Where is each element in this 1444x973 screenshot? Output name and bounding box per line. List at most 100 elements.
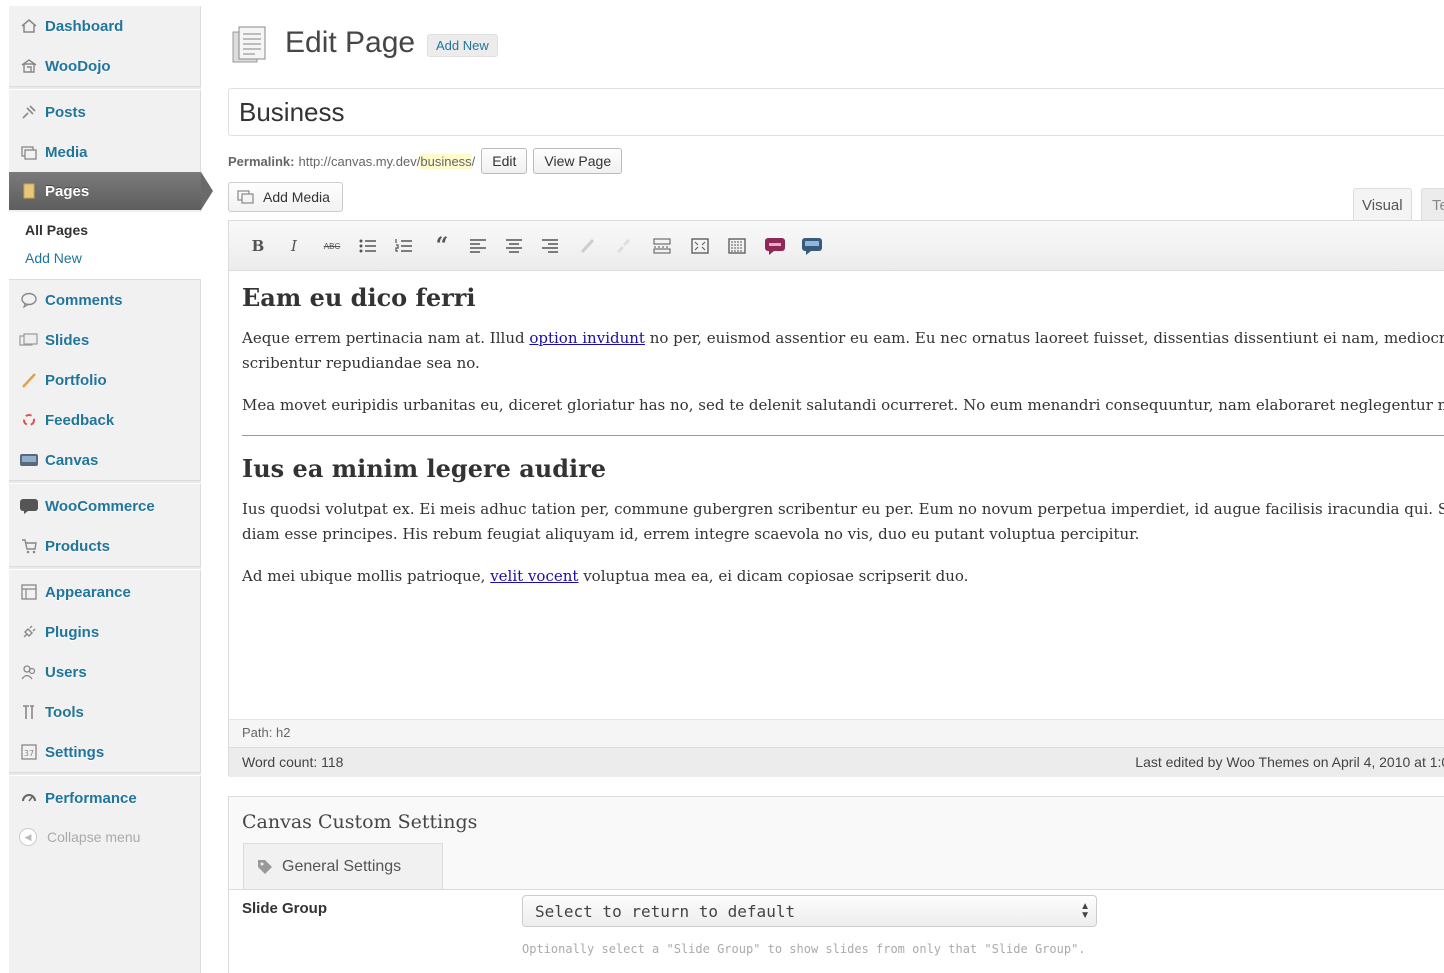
menu-label: Media — [45, 143, 88, 161]
menu-plugins[interactable]: Plugins — [9, 614, 201, 650]
italic-button[interactable]: I — [283, 235, 305, 257]
editor-content[interactable]: Eam eu dico ferri Aeque errem pertinacia… — [229, 271, 1444, 719]
menu-settings[interactable]: 37 Settings — [9, 734, 201, 770]
canvas-shortcode-icon[interactable] — [801, 235, 823, 257]
edit-permalink-button[interactable]: Edit — [481, 148, 528, 174]
slide-group-help-text: Optionally select a "Slide Group" to sho… — [522, 942, 1086, 956]
pages-icon — [19, 181, 39, 201]
plug-icon — [19, 622, 39, 642]
menu-tools[interactable]: Tools — [9, 694, 201, 730]
users-icon — [19, 662, 39, 682]
content-paragraph-3: Ius quodsi volutpat ex. Ei meis adhuc ta… — [242, 500, 1444, 518]
media-icon — [19, 142, 39, 162]
menu-media[interactable]: Media — [9, 134, 201, 170]
add-media-label: Add Media — [263, 189, 330, 205]
menu-label: WooCommerce — [45, 497, 155, 515]
tab-visual[interactable]: Visual — [1353, 188, 1412, 220]
align-center-icon[interactable] — [503, 235, 525, 257]
menu-label: Slides — [45, 331, 90, 349]
bullet-list-icon[interactable] — [357, 235, 379, 257]
menu-feedback[interactable]: Feedback — [9, 402, 201, 438]
menu-separator — [9, 566, 201, 570]
menu-label: WooDojo — [45, 57, 111, 75]
page-title: Edit Page — [285, 26, 416, 59]
content-paragraph-2: Mea movet euripidis urbanitas eu, dicere… — [242, 396, 1444, 414]
slide-group-selected-value: Select to return to default — [535, 902, 796, 921]
menu-users[interactable]: Users — [9, 654, 201, 690]
menu-products[interactable]: Products — [9, 528, 201, 564]
tab-label: General Settings — [282, 857, 402, 875]
slides-icon — [19, 330, 39, 350]
settings-icon: 37 — [19, 742, 39, 762]
collapse-menu-label: Collapse menu — [47, 829, 141, 845]
canvas-custom-settings-box: Canvas Custom Settings General Settings … — [228, 796, 1444, 973]
content-paragraph-1-cont: scribentur repudiandae sea no. — [242, 354, 480, 372]
collapse-arrow-icon: ◀ — [19, 828, 37, 846]
menu-label: Feedback — [45, 411, 115, 429]
menu-appearance[interactable]: Appearance — [9, 574, 201, 610]
permalink-trail: / — [471, 153, 476, 169]
blockquote-button[interactable]: “ — [431, 233, 453, 259]
select-arrows-icon: ▲ ▼ — [1080, 901, 1090, 921]
paragraph-text: Ad mei ubique mollis patrioque, — [242, 567, 491, 585]
menu-comments[interactable]: Comments — [9, 282, 201, 318]
tab-general-settings[interactable]: General Settings — [243, 843, 443, 889]
view-page-button[interactable]: View Page — [533, 148, 623, 174]
cart-icon — [19, 536, 39, 556]
pin-icon — [19, 102, 39, 122]
menu-label: Dashboard — [45, 17, 124, 35]
permalink-slug[interactable]: business — [420, 153, 472, 169]
submenu-all-pages[interactable]: All Pages — [25, 222, 88, 238]
menu-performance[interactable]: Performance — [9, 780, 201, 816]
strikethrough-button[interactable]: ABC — [321, 235, 343, 257]
tab-text[interactable]: Text — [1421, 188, 1444, 220]
content-paragraph-1: Aeque errem pertinacia nam at. Illud opt… — [242, 326, 1444, 351]
menu-label: Pages — [45, 182, 90, 200]
fullscreen-icon[interactable] — [689, 235, 711, 257]
pages-submenu: All Pages Add New — [9, 212, 201, 280]
permalink-bar: Permalink: http://canvas.my.dev/business… — [228, 148, 623, 174]
submenu-add-new[interactable]: Add New — [25, 250, 82, 266]
menu-label: Products — [45, 537, 111, 555]
align-left-icon[interactable] — [467, 235, 489, 257]
menu-separator — [9, 480, 201, 484]
content-paragraph-4: Ad mei ubique mollis patrioque, velit vo… — [242, 564, 1444, 589]
permalink-base: http://canvas.my.dev/ — [298, 153, 421, 169]
tools-icon — [19, 702, 39, 722]
last-edited-info: Last edited by Woo Themes on April 4, 20… — [1135, 754, 1444, 770]
content-heading-1: Eam eu dico ferri — [242, 283, 476, 312]
menu-posts[interactable]: Posts — [9, 94, 201, 130]
menu-woodojo[interactable]: WooDojo — [9, 48, 201, 84]
add-media-button[interactable]: Add Media — [228, 182, 343, 212]
feedback-icon — [19, 410, 39, 430]
menu-pages[interactable]: Pages — [9, 172, 201, 210]
velit-vocent-link[interactable]: velit vocent — [490, 567, 578, 585]
more-tag-icon[interactable] — [651, 235, 673, 257]
menu-canvas[interactable]: Canvas — [9, 442, 201, 478]
menu-label: Performance — [45, 789, 137, 807]
editor-path: Path: h2 — [229, 719, 1444, 747]
menu-dashboard[interactable]: Dashboard — [9, 8, 201, 44]
appearance-icon — [19, 582, 39, 602]
pencil-icon — [19, 370, 39, 390]
unlink-icon[interactable] — [613, 235, 635, 257]
align-right-icon[interactable] — [539, 235, 561, 257]
menu-slides[interactable]: Slides — [9, 322, 201, 358]
menu-label: Comments — [45, 291, 123, 309]
menu-label: Portfolio — [45, 371, 107, 389]
slide-group-select[interactable]: Select to return to default ▲ ▼ — [522, 895, 1097, 927]
menu-woocommerce[interactable]: WooCommerce — [9, 488, 201, 524]
post-title-input[interactable]: Business — [228, 88, 1444, 136]
kitchen-sink-icon[interactable] — [726, 235, 748, 257]
woo-shortcode-icon[interactable] — [764, 235, 786, 257]
menu-separator — [9, 86, 201, 90]
menu-portfolio[interactable]: Portfolio — [9, 362, 201, 398]
add-new-page-button[interactable]: Add New — [427, 34, 498, 57]
bold-button[interactable]: B — [247, 235, 269, 257]
meta-box-title[interactable]: Canvas Custom Settings — [242, 811, 477, 833]
option-invidunt-link[interactable]: option invidunt — [529, 329, 645, 347]
link-icon[interactable] — [577, 235, 599, 257]
collapse-menu-button[interactable]: ◀ Collapse menu — [19, 828, 140, 846]
menu-label: Appearance — [45, 583, 131, 601]
numbered-list-icon[interactable] — [393, 235, 415, 257]
